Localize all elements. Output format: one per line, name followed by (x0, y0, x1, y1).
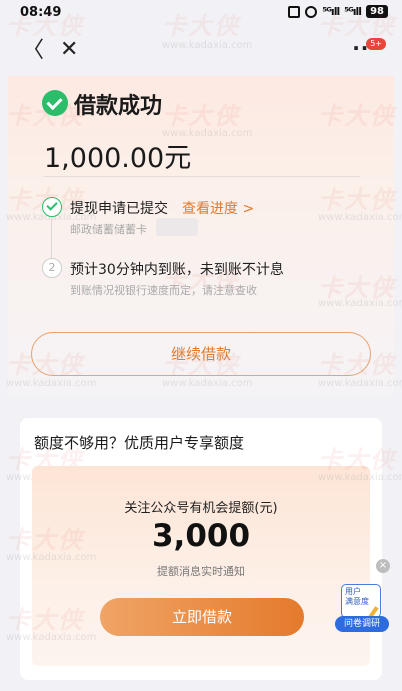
view-progress-link[interactable]: 查看进度 > (182, 198, 254, 218)
step-2-subtext: 到账情况视银行速度而定，请注意查收 (70, 284, 257, 297)
watermark-url: www.kadaxia.com (318, 298, 402, 309)
survey-box-line-2: 满意度 (345, 597, 369, 606)
watermark-text: 卡大侠 (162, 102, 240, 130)
redacted-card-number (156, 218, 198, 236)
check-circle-icon (42, 90, 68, 116)
survey-box-line-1: 用户 (345, 587, 361, 596)
continue-borrow-button[interactable]: 继续借款 (31, 332, 371, 376)
survey-widget[interactable]: 用户 满意度 问卷调研 (335, 582, 389, 634)
watermark-text: 卡大侠 (318, 12, 396, 40)
step-2-number: 2 (42, 258, 62, 278)
step-connector (51, 218, 52, 258)
watermark-text: 卡大侠 (318, 186, 396, 214)
watermark-text: 卡大侠 (6, 12, 84, 40)
back-icon[interactable]: 〈 (22, 40, 44, 62)
watermark-url: www.kadaxia.com (162, 378, 253, 389)
step-1-text: 提现申请已提交 (70, 201, 168, 217)
step-1-subtext: 邮政储蓄储蓄卡 (70, 223, 147, 236)
promo-quota-amount: 3,000 (151, 518, 251, 554)
watermark-text: 卡大侠 (162, 12, 240, 40)
loan-amount: 1,000.00元 (44, 143, 192, 174)
watermark-url: www.kadaxia.com (162, 40, 253, 51)
watermark-text: 卡大侠 (318, 102, 396, 130)
watermark-url: www.kadaxia.com (318, 378, 402, 389)
alarm-icon (305, 5, 318, 18)
divider (44, 176, 360, 177)
watermark-url: www.kadaxia.com (318, 472, 402, 483)
result-title: 借款成功 (74, 94, 163, 119)
survey-close-icon[interactable]: × (376, 559, 390, 573)
watermark-url: www.kadaxia.com (318, 212, 402, 223)
promo-notify-text: 提额消息实时通知 (157, 565, 245, 578)
nfc-icon (288, 5, 301, 18)
watermark-text: 卡大侠 (6, 606, 84, 634)
watermark-text: 卡大侠 (318, 446, 396, 474)
close-icon[interactable]: ✕ (60, 39, 78, 61)
survey-label: 问卷调研 (335, 616, 389, 632)
promo-title: 额度不够用？优质用户专享额度 (34, 434, 245, 452)
watermark-url: www.kadaxia.com (6, 378, 97, 389)
borrow-now-button[interactable]: 立即借款 (100, 598, 304, 636)
step-2-text: 预计30分钟内到账，未到账不计息 (70, 262, 284, 278)
step-done-icon (42, 197, 62, 217)
promo-subtitle: 关注公众号有机会提额(元) (124, 501, 278, 516)
watermark-url: www.kadaxia.com (6, 632, 97, 643)
